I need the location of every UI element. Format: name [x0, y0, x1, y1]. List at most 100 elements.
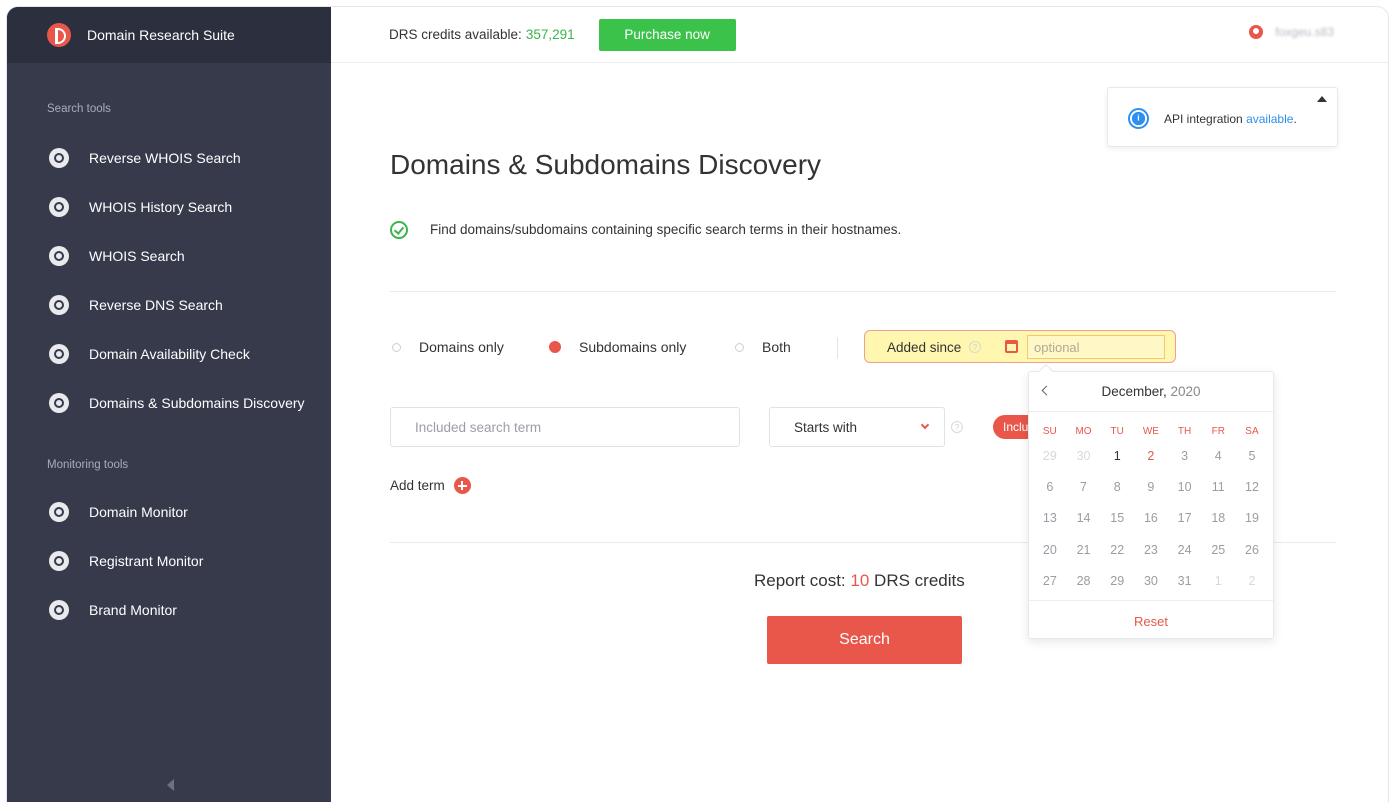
nav-label: Brand Monitor: [89, 601, 177, 618]
nav-label: Registrant Monitor: [89, 552, 204, 569]
calendar-week: 13 14 15 16 17 18 19: [1033, 503, 1269, 534]
weekday-row: SU MO TU WE TH FR SA: [1033, 422, 1269, 440]
user-search-icon: [49, 245, 69, 266]
radio-subdomains-only[interactable]: Subdomains only: [549, 339, 686, 355]
calendar-day: 7: [1080, 480, 1087, 495]
calendar-day: 24: [1177, 542, 1192, 557]
nav-registrant-monitor[interactable]: Registrant Monitor: [7, 536, 331, 585]
monitoring-tools-title: Monitoring tools: [47, 459, 129, 471]
calendar-day: 3: [1181, 448, 1189, 463]
calendar-day: 19: [1245, 511, 1259, 526]
calendar-day-today[interactable]: 2: [1134, 449, 1168, 463]
domain-monitor-icon: [49, 501, 69, 522]
collapse-caret-icon[interactable]: [1317, 96, 1327, 102]
calendar-day[interactable]: 1: [1100, 449, 1134, 463]
calendar-header: December, 2020: [1029, 372, 1273, 412]
calendar-day: 11: [1211, 480, 1225, 495]
user-menu[interactable]: foxgeu.s83: [1249, 25, 1334, 39]
added-since-label: Added since: [887, 340, 962, 355]
calendar-week: 6 7 8 9 10 11 12: [1033, 471, 1269, 502]
calendar-day: 16: [1143, 511, 1158, 526]
nav-brand-monitor[interactable]: Brand Monitor: [7, 585, 331, 634]
calendar-day: 9: [1147, 480, 1155, 495]
info-icon: [1128, 108, 1149, 129]
nav-label: Domain Availability Check: [89, 345, 250, 362]
calendar-month: December,: [1101, 384, 1167, 399]
radio-label: Subdomains only: [579, 339, 687, 355]
nav-label: Domain Monitor: [89, 503, 188, 520]
radio-dot-selected: [549, 341, 561, 353]
nav-reverse-dns-search[interactable]: Reverse DNS Search: [7, 280, 331, 329]
calendar-day: 15: [1110, 511, 1125, 526]
date-picker-calendar: December, 2020 SU MO TU WE TH FR SA 29 3…: [1028, 363, 1274, 640]
registrant-icon: [49, 550, 69, 571]
nav-whois-history-search[interactable]: WHOIS History Search: [7, 182, 331, 231]
weekday-label: SA: [1245, 425, 1259, 437]
api-integration-notice: API integration available.: [1107, 87, 1338, 147]
calendar-day: 10: [1177, 480, 1192, 495]
brand-name: Domain Research Suite: [87, 27, 235, 43]
report-cost-unit: DRS credits: [874, 571, 965, 590]
weekday-label: SU: [1042, 425, 1057, 437]
calendar-month-title: December, 2020: [1029, 384, 1273, 399]
nav-whois-search[interactable]: WHOIS Search: [7, 231, 331, 280]
calendar-day: 30: [1076, 448, 1091, 463]
calendar-year: 2020: [1170, 384, 1201, 399]
report-cost-label: Report cost:: [754, 571, 846, 590]
added-since-date-input[interactable]: [1027, 335, 1165, 359]
radio-label: Both: [762, 339, 791, 355]
chevron-down-icon: [920, 420, 930, 430]
add-term-label: Add term: [390, 478, 445, 493]
registered-icon: [49, 599, 69, 620]
report-cost-value: 10: [850, 571, 870, 590]
nav-domains-subdomains-discovery[interactable]: Domains & Subdomains Discovery: [7, 378, 331, 427]
nav-reverse-whois-search[interactable]: Reverse WHOIS Search: [7, 133, 331, 182]
included-search-term-input[interactable]: [390, 407, 740, 447]
calendar-day: 5: [1248, 448, 1256, 463]
calendar-day: 22: [1110, 542, 1125, 557]
calendar-grid: SU MO TU WE TH FR SA 29 30 1 2 3 4 5 6 7…: [1033, 422, 1269, 597]
calendar-day: 28: [1076, 574, 1091, 589]
api-suffix: .: [1293, 112, 1297, 126]
username: foxgeu.s83: [1275, 25, 1334, 39]
plus-circle-icon: [453, 477, 471, 494]
api-available-link[interactable]: available: [1246, 112, 1293, 126]
add-term-button[interactable]: Add term: [390, 477, 471, 494]
radio-dot: [735, 342, 744, 352]
search-button[interactable]: Search: [767, 616, 962, 664]
nav-label: Reverse WHOIS Search: [89, 149, 241, 166]
collapse-sidebar-icon[interactable]: [167, 779, 174, 791]
exclamation-icon: [49, 343, 69, 364]
report-cost: Report cost: 10 DRS credits: [754, 571, 965, 591]
help-icon[interactable]: ?: [969, 341, 981, 353]
brand-header[interactable]: Domain Research Suite: [7, 7, 331, 63]
calendar-day: 21: [1076, 542, 1091, 557]
calendar-day: 31: [1177, 574, 1192, 589]
match-mode-select[interactable]: Starts with: [769, 407, 945, 447]
calendar-day: 1: [1214, 574, 1222, 589]
calendar-day: 20: [1042, 542, 1057, 557]
purchase-now-button[interactable]: Purchase now: [598, 18, 736, 51]
nav-label: Reverse DNS Search: [89, 296, 223, 313]
calendar-day: 18: [1211, 511, 1226, 526]
check-circle-icon: [390, 221, 408, 239]
calendar-day: 17: [1177, 511, 1192, 526]
help-icon[interactable]: ?: [951, 421, 963, 433]
top-bar: DRS credits available: 357,291 Purchase n…: [331, 7, 1388, 63]
radio-domains-only[interactable]: Domains only: [392, 339, 504, 355]
sidebar: Domain Research Suite Search tools Rever…: [7, 7, 331, 802]
calendar-day: 26: [1245, 542, 1259, 557]
calendar-week: 20 21 22 23 24 25 26: [1033, 534, 1269, 565]
calendar-week: 29 30 1 2 3 4 5: [1033, 440, 1269, 471]
radio-both[interactable]: Both: [735, 339, 791, 355]
calendar-icon[interactable]: [1005, 340, 1018, 353]
calendar-day: 4: [1214, 448, 1222, 463]
search-tools-title: Search tools: [47, 103, 111, 115]
nav-domain-monitor[interactable]: Domain Monitor: [7, 487, 331, 536]
api-text: API integration: [1164, 112, 1243, 126]
calendar-reset-button[interactable]: Reset: [1029, 600, 1273, 640]
user-icon: [1249, 25, 1264, 39]
nav-domain-availability-check[interactable]: Domain Availability Check: [7, 329, 331, 378]
added-since-filter: Added since ?: [864, 330, 1176, 363]
reverse-whois-icon: [49, 147, 69, 168]
